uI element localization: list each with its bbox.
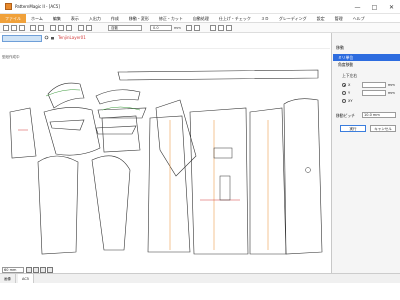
panel-title: 移動 [336, 45, 344, 50]
back-panel [43, 107, 101, 156]
pattern-drawing[interactable] [0, 0, 330, 262]
radio-xy-label: XY [348, 99, 353, 103]
bottom-strip [0, 283, 400, 300]
x-value-field[interactable] [362, 82, 386, 88]
window-controls: — □ ✕ [349, 0, 400, 14]
upper-collar-piece [95, 89, 141, 105]
y-value-field[interactable] [362, 90, 386, 96]
radio-xy[interactable] [342, 99, 346, 103]
pocket-1 [213, 147, 233, 159]
minimize-button[interactable]: — [349, 0, 366, 14]
document-tabs: 画像 AC5 [0, 273, 400, 284]
back-long-panel [283, 98, 323, 255]
flap-piece-2 [95, 125, 137, 135]
status-area: 60 mm [0, 262, 330, 273]
offset-field[interactable]: 10.0 mm [362, 112, 396, 118]
long-panel-1 [147, 115, 191, 253]
side-front-piece [155, 99, 197, 177]
menu-help[interactable]: ヘルプ [348, 14, 370, 23]
y-unit: mm [388, 91, 395, 95]
panel-item-unit[interactable]: ミリ単位 [333, 54, 400, 61]
ok-button[interactable]: 実行 [340, 125, 366, 132]
section-label: 上下左右 [342, 73, 358, 78]
collar-piece [47, 82, 85, 109]
cancel-button[interactable]: キャンセル [370, 125, 396, 132]
sleeve-left [37, 155, 79, 255]
pocket-2 [219, 175, 231, 201]
radio-x[interactable] [342, 83, 346, 87]
button-mark-1 [305, 167, 311, 173]
waistband-piece [117, 69, 319, 81]
radio-x-label: X [348, 83, 351, 87]
property-panel: 移動 ミリ単位 角度移動 上下左右 X mm Y mm XY 移動ピッチ 10.… [331, 33, 400, 273]
long-panel-2 [189, 107, 249, 255]
radio-y[interactable] [342, 91, 346, 95]
menu-manage[interactable]: 管理 [330, 14, 348, 23]
close-button[interactable]: ✕ [383, 0, 400, 14]
x-unit: mm [388, 83, 395, 87]
flap-piece-1 [49, 119, 85, 131]
radio-y-label: Y [348, 91, 351, 95]
maximize-button[interactable]: □ [366, 0, 383, 14]
sleeve-right [91, 155, 131, 251]
panel-item-angle[interactable]: 角度移動 [333, 61, 400, 68]
yoke-piece [9, 107, 37, 159]
offset-label: 移動ピッチ [336, 113, 355, 118]
